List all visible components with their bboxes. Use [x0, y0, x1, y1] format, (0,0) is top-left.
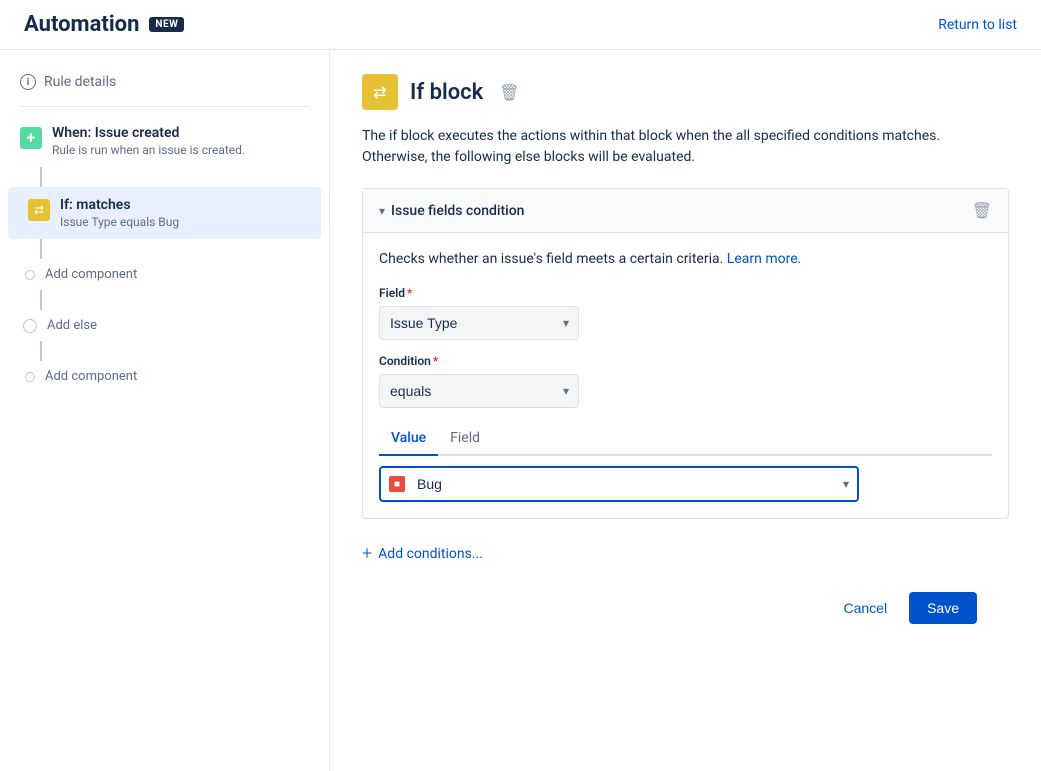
when-item-subtitle: Rule is run when an issue is created. [52, 143, 245, 157]
block-icon: ⇄ [362, 74, 398, 110]
condition-label: Condition * [379, 354, 992, 368]
add-else-circle [23, 319, 37, 333]
sidebar-connector-4 [0, 341, 329, 361]
if-item-subtitle: Issue Type equals Bug [60, 215, 179, 229]
block-trash-icon[interactable]: 🗑 [499, 83, 519, 102]
add-component-row-2[interactable]: Add component [0, 361, 329, 392]
bug-select-wrapper: ■ Bug ▾ [379, 466, 859, 502]
connector-line-4 [40, 341, 42, 361]
condition-required-star: * [433, 354, 438, 368]
sidebar: i Rule details + When: Issue created Rul… [0, 50, 330, 771]
if-item-text: If: matches Issue Type equals Bug [60, 197, 179, 229]
when-item-text: When: Issue created Rule is run when an … [52, 125, 245, 157]
sidebar-rule-details[interactable]: i Rule details [0, 66, 329, 98]
when-icon: + [20, 127, 42, 149]
condition-chevron-icon[interactable]: ▾ [379, 204, 385, 218]
condition-card-body: Checks whether an issue's field meets a … [363, 233, 1008, 518]
return-to-list-link[interactable]: Return to list [938, 17, 1017, 33]
block-description: The if block executes the actions within… [362, 126, 1009, 168]
field-label: Field * [379, 286, 992, 300]
add-component-label-2: Add component [45, 369, 137, 384]
condition-group: Condition * equals ▾ [379, 354, 992, 408]
field-required-star: * [407, 286, 412, 300]
condition-card: ▾ Issue fields condition 🗑 Checks whethe… [362, 188, 1009, 519]
add-component-circle-1 [25, 270, 35, 280]
if-symbol-icon: ⇄ [34, 203, 44, 217]
block-title: If block [410, 80, 483, 105]
sidebar-when-item[interactable]: + When: Issue created Rule is run when a… [0, 115, 329, 167]
field-select-wrapper: Issue Type ▾ [379, 306, 579, 340]
content-area: ⇄ If block 🗑 The if block executes the a… [330, 50, 1041, 771]
add-component-circle-2 [25, 372, 35, 382]
condition-select[interactable]: equals [379, 374, 579, 408]
condition-card-header: ▾ Issue fields condition 🗑 [363, 189, 1008, 233]
cancel-button[interactable]: Cancel [831, 592, 899, 624]
new-badge: NEW [149, 17, 184, 32]
sidebar-connector-1 [0, 167, 329, 187]
value-field-tabs: Value Field [379, 422, 992, 456]
learn-more-link[interactable]: Learn more. [727, 251, 802, 267]
connector-line-3 [40, 290, 42, 310]
rule-details-label: Rule details [44, 74, 116, 90]
add-else-label: Add else [47, 318, 97, 333]
app-container: Automation NEW Return to list i Rule det… [0, 0, 1041, 771]
when-plus-icon: + [27, 130, 36, 146]
block-header: ⇄ If block 🗑 [362, 74, 1009, 110]
condition-desc-text: Checks whether an issue's field meets a … [379, 251, 723, 267]
tab-field[interactable]: Field [438, 422, 492, 456]
add-component-row-1[interactable]: Add component [0, 259, 329, 290]
add-conditions-row[interactable]: + Add conditions... [362, 535, 1009, 572]
header: Automation NEW Return to list [0, 0, 1041, 50]
sidebar-connector-3 [0, 290, 329, 310]
app-title: Automation [24, 12, 139, 37]
condition-select-wrapper: equals ▾ [379, 374, 579, 408]
connector-line-1 [40, 167, 42, 187]
add-else-row[interactable]: Add else [0, 310, 329, 341]
sidebar-connector-2 [0, 239, 329, 259]
when-item-title: When: Issue created [52, 125, 245, 141]
save-button[interactable]: Save [909, 592, 977, 624]
block-icon-symbol: ⇄ [373, 83, 386, 102]
field-select[interactable]: Issue Type [379, 306, 579, 340]
header-left: Automation NEW [24, 12, 184, 37]
tab-value[interactable]: Value [379, 422, 438, 456]
sidebar-if-item[interactable]: ⇄ If: matches Issue Type equals Bug [8, 187, 321, 239]
if-item-title: If: matches [60, 197, 179, 213]
main-layout: i Rule details + When: Issue created Rul… [0, 50, 1041, 771]
condition-card-header-left: ▾ Issue fields condition [379, 203, 524, 219]
condition-description: Checks whether an issue's field meets a … [379, 249, 992, 270]
if-icon: ⇄ [28, 199, 50, 221]
sidebar-divider [20, 106, 309, 107]
connector-line-2 [40, 239, 42, 259]
add-component-label-1: Add component [45, 267, 137, 282]
condition-card-trash-icon[interactable]: 🗑 [972, 201, 992, 220]
field-group: Field * Issue Type ▾ [379, 286, 992, 340]
footer: Cancel Save [362, 572, 1009, 644]
info-icon: i [20, 74, 36, 90]
condition-card-title: Issue fields condition [391, 203, 524, 219]
add-conditions-label: Add conditions... [378, 546, 483, 562]
bug-value-select[interactable]: Bug [379, 466, 859, 502]
add-conditions-plus-icon: + [362, 543, 372, 564]
